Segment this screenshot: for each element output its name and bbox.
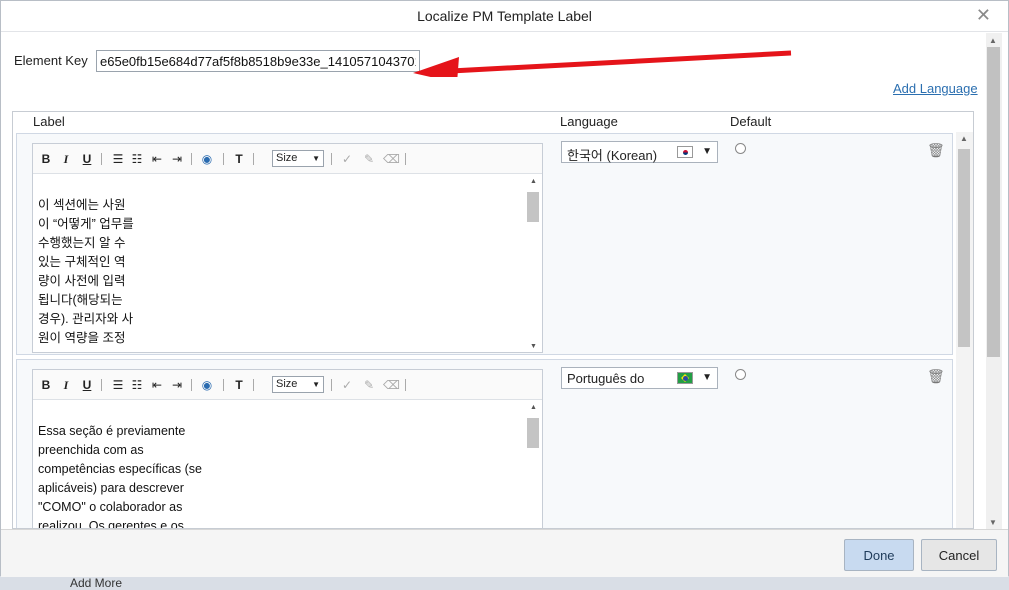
language-select[interactable]: 한국어 (Korean) ▼ (561, 141, 718, 163)
scroll-down-icon[interactable]: ▼ (989, 518, 997, 527)
column-header-language: Language (560, 114, 618, 129)
toolbar-divider (101, 379, 102, 391)
outdent-icon[interactable]: ⇤ (149, 377, 165, 393)
dialog-footer: Done Cancel (1, 529, 1008, 577)
bold-button[interactable]: B (38, 151, 54, 167)
grid-scrollbar[interactable]: ▲ (956, 132, 973, 528)
text-color-icon[interactable]: T (231, 377, 247, 393)
chevron-down-icon: ▼ (702, 146, 712, 157)
scroll-up-icon[interactable]: ▲ (960, 134, 968, 143)
toolbar-divider (405, 153, 406, 165)
editor-scrollbar[interactable]: ▲ (527, 404, 540, 528)
add-language-link[interactable]: Add Language (893, 81, 978, 96)
localize-dialog: Localize PM Template Label ✕ Element Key… (0, 0, 1009, 577)
text-color-icon[interactable]: T (231, 151, 247, 167)
toolbar-divider (331, 379, 332, 391)
globe-link-icon[interactable]: ◉ (199, 151, 215, 167)
dialog-scrollbar[interactable]: ▲ ▼ (986, 33, 1002, 529)
close-icon[interactable]: ✕ (976, 6, 991, 24)
done-button[interactable]: Done (844, 539, 914, 571)
language-row: B I U ☰ ☷ ⇤ ⇥ ◉ T (16, 359, 953, 528)
scroll-thumb[interactable] (987, 47, 1000, 357)
korea-flag-icon (677, 146, 693, 158)
paste-icon[interactable]: ✎ (361, 151, 377, 167)
bold-button[interactable]: B (38, 377, 54, 393)
scroll-up-icon[interactable]: ▲ (530, 178, 537, 185)
language-row: B I U ☰ ☷ ⇤ ⇥ ◉ T (16, 133, 953, 355)
element-key-input[interactable] (96, 50, 420, 72)
scroll-thumb[interactable] (527, 192, 539, 222)
language-value: 한국어 (Korean) (567, 148, 658, 163)
font-size-value: Size (276, 378, 298, 390)
unordered-list-icon[interactable]: ☷ (129, 377, 145, 393)
dialog-title: Localize PM Template Label (417, 8, 592, 24)
language-select[interactable]: Português do ▼ (561, 367, 718, 389)
dialog-titlebar: Localize PM Template Label ✕ (1, 1, 1008, 32)
toolbar-divider (405, 379, 406, 391)
trash-icon[interactable]: 🗑 (927, 368, 945, 385)
chevron-down-icon: ▼ (702, 372, 712, 383)
unordered-list-icon[interactable]: ☷ (129, 151, 145, 167)
italic-button[interactable]: I (58, 151, 74, 167)
language-grid: Label Language Default B I U ☰ ☷ ⇤ ⇥ ◉ T… (12, 111, 974, 529)
toolbar-divider (191, 379, 192, 391)
indent-icon[interactable]: ⇥ (169, 377, 185, 393)
language-value: Português do (567, 371, 645, 386)
grid-header: Label Language Default (13, 112, 973, 132)
scroll-thumb[interactable] (958, 149, 970, 347)
cancel-button[interactable]: Cancel (921, 539, 997, 571)
chevron-down-icon: ▼ (312, 380, 320, 389)
editor-toolbar: B I U ☰ ☷ ⇤ ⇥ ◉ T Size ▼ ✓ ✎ ⌫ (33, 370, 542, 400)
annotation-arrow (413, 50, 792, 77)
toolbar-divider (191, 153, 192, 165)
brazil-flag-icon (677, 372, 693, 384)
element-key-label: Element Key (14, 53, 88, 68)
underline-button[interactable]: U (79, 151, 95, 167)
scroll-up-icon[interactable]: ▲ (989, 36, 997, 45)
dialog-body: Element Key Add Language Label Language … (1, 33, 986, 529)
toolbar-divider (223, 379, 224, 391)
ordered-list-icon[interactable]: ☰ (110, 151, 126, 167)
font-size-select[interactable]: Size ▼ (272, 376, 324, 393)
scroll-thumb[interactable] (527, 418, 539, 448)
column-header-default: Default (730, 114, 772, 129)
indent-icon[interactable]: ⇥ (169, 151, 185, 167)
background-add-more-link: Add More (70, 576, 123, 590)
rich-text-editor: B I U ☰ ☷ ⇤ ⇥ ◉ T (32, 143, 543, 353)
font-size-value: Size (276, 152, 298, 164)
clear-format-icon[interactable]: ⌫ (383, 377, 400, 393)
clear-format-icon[interactable]: ⌫ (383, 151, 400, 167)
default-radio[interactable] (735, 369, 746, 380)
label-text-area[interactable]: 이 섹션에는 사원 이 “어떻게” 업무를 수행했는지 알 수 있는 구체적인 … (38, 174, 524, 352)
toolbar-divider (101, 153, 102, 165)
trash-icon[interactable]: 🗑 (927, 142, 945, 159)
spellcheck-icon[interactable]: ✓ (339, 151, 355, 167)
toolbar-divider (331, 153, 332, 165)
spellcheck-icon[interactable]: ✓ (339, 377, 355, 393)
default-radio[interactable] (735, 143, 746, 154)
ordered-list-icon[interactable]: ☰ (110, 377, 126, 393)
scroll-down-icon[interactable]: ▼ (530, 343, 537, 350)
toolbar-divider (253, 379, 254, 391)
label-text-area[interactable]: Essa seção é previamente preenchida com … (38, 400, 524, 528)
chevron-down-icon: ▼ (312, 154, 320, 163)
font-size-select[interactable]: Size ▼ (272, 150, 324, 167)
column-header-label: Label (33, 114, 65, 129)
globe-link-icon[interactable]: ◉ (199, 377, 215, 393)
underline-button[interactable]: U (79, 377, 95, 393)
editor-scrollbar[interactable]: ▲ ▼ (527, 178, 540, 350)
editor-toolbar: B I U ☰ ☷ ⇤ ⇥ ◉ T Size ▼ ✓ ✎ ⌫ (33, 144, 542, 174)
grid-rows: B I U ☰ ☷ ⇤ ⇥ ◉ T Size ▼ ✓ ✎ ⌫ 이 섹션에는 사원… (16, 132, 956, 528)
scroll-up-icon[interactable]: ▲ (530, 404, 537, 411)
italic-button[interactable]: I (58, 377, 74, 393)
outdent-icon[interactable]: ⇤ (149, 151, 165, 167)
toolbar-divider (253, 153, 254, 165)
paste-icon[interactable]: ✎ (361, 377, 377, 393)
rich-text-editor: B I U ☰ ☷ ⇤ ⇥ ◉ T (32, 369, 543, 528)
toolbar-divider (223, 153, 224, 165)
